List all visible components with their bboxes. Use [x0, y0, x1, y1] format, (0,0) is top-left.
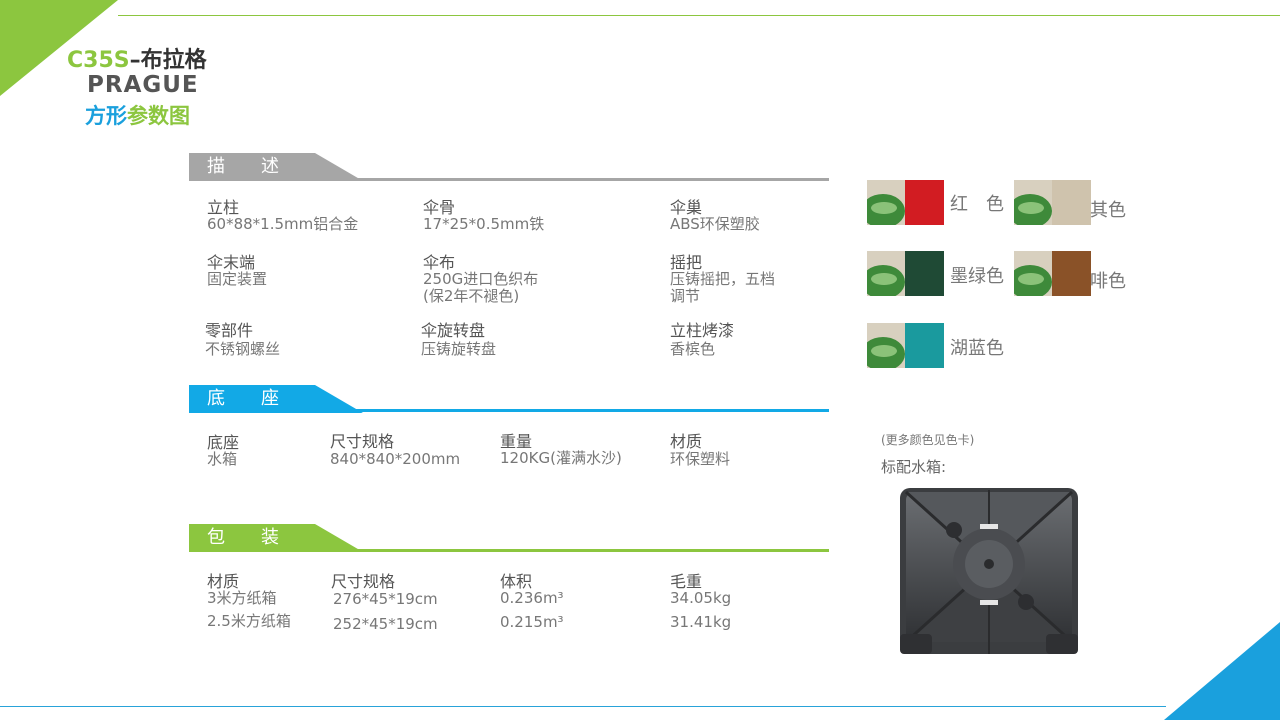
- color-swatch-lake-blue: [867, 323, 944, 368]
- swatch-color: [905, 180, 944, 225]
- packing-cell: 276*45*19cm: [333, 590, 438, 608]
- spec-label: 零部件: [205, 321, 254, 340]
- section-line-description: [189, 178, 829, 181]
- packing-header: 尺寸规格: [331, 572, 396, 591]
- spec-value-line2: 调节: [670, 287, 701, 305]
- bottom-divider: [0, 706, 1166, 707]
- product-title: C35S–布拉格: [67, 42, 207, 74]
- color-swatch-dark-green: [867, 251, 944, 296]
- swatch-color: [1052, 180, 1091, 225]
- page-subtitle: 方形参数图: [85, 100, 190, 130]
- swatch-color: [905, 251, 944, 296]
- spec-value: ABS环保塑胶: [670, 215, 760, 233]
- more-colors-note: (更多颜色见色卡): [881, 433, 975, 447]
- swatch-label: 其色: [1090, 200, 1126, 221]
- standard-tank-label: 标配水箱:: [881, 458, 947, 476]
- packing-cell: 34.05kg: [670, 589, 732, 607]
- spec-value: 不锈钢螺丝: [205, 340, 281, 358]
- spec-value: 压铸摇把，五档: [670, 270, 776, 288]
- subtitle-blue: 方形: [85, 104, 127, 128]
- color-swatch-brown: [1014, 251, 1091, 296]
- spec-value: 17*25*0.5mm铁: [423, 215, 545, 233]
- packing-cell: 0.215m³: [500, 613, 564, 631]
- spec-value-line2: (保2年不褪色): [423, 287, 520, 305]
- spec-value: 250G进口色织布: [423, 270, 539, 288]
- product-name-cn: –布拉格: [129, 48, 207, 73]
- swatch-label: 湖蓝色: [950, 338, 1004, 359]
- section-header-description: 描 述: [189, 153, 363, 181]
- spec-value: 60*88*1.5mm铝合金: [207, 215, 359, 233]
- spec-label: 尺寸规格: [330, 432, 395, 451]
- packing-cell: 0.236m³: [500, 589, 564, 607]
- top-divider: [118, 15, 1280, 16]
- spec-label: 材质: [670, 432, 703, 451]
- swatch-color: [905, 323, 944, 368]
- packing-cell: 3米方纸箱: [207, 589, 277, 607]
- subtitle-green: 参数图: [127, 104, 190, 128]
- spec-value: 120KG(灌满水沙): [500, 449, 622, 467]
- spec-value: 840*840*200mm: [330, 450, 461, 468]
- model-code: C35S: [67, 48, 130, 73]
- swatch-label: 啡色: [1090, 271, 1126, 292]
- color-swatch-red: [867, 180, 944, 225]
- spec-value: 环保塑料: [670, 450, 731, 468]
- spec-label: 立柱烤漆: [670, 321, 735, 340]
- spec-value: 香槟色: [670, 340, 716, 358]
- swatch-label: 红 色: [950, 194, 1004, 215]
- packing-cell: 2.5米方纸箱: [207, 612, 291, 630]
- color-swatch-beige: [1014, 180, 1091, 225]
- swatch-label: 墨绿色: [950, 266, 1004, 287]
- section-line-packing: [189, 549, 829, 552]
- spec-value: 固定装置: [207, 270, 268, 288]
- section-header-packing: 包 装: [189, 524, 363, 552]
- corner-triangle-bottom-right: [1164, 622, 1280, 720]
- section-line-base: [189, 409, 829, 412]
- spec-value: 压铸旋转盘: [421, 340, 497, 358]
- product-name-en: PRAGUE: [87, 72, 199, 98]
- spec-value: 水箱: [207, 450, 238, 468]
- spec-label: 伞旋转盘: [421, 321, 486, 340]
- swatch-color: [1052, 251, 1091, 296]
- packing-cell: 252*45*19cm: [333, 615, 438, 633]
- packing-cell: 31.41kg: [670, 613, 732, 631]
- water-tank-image: [892, 484, 1086, 660]
